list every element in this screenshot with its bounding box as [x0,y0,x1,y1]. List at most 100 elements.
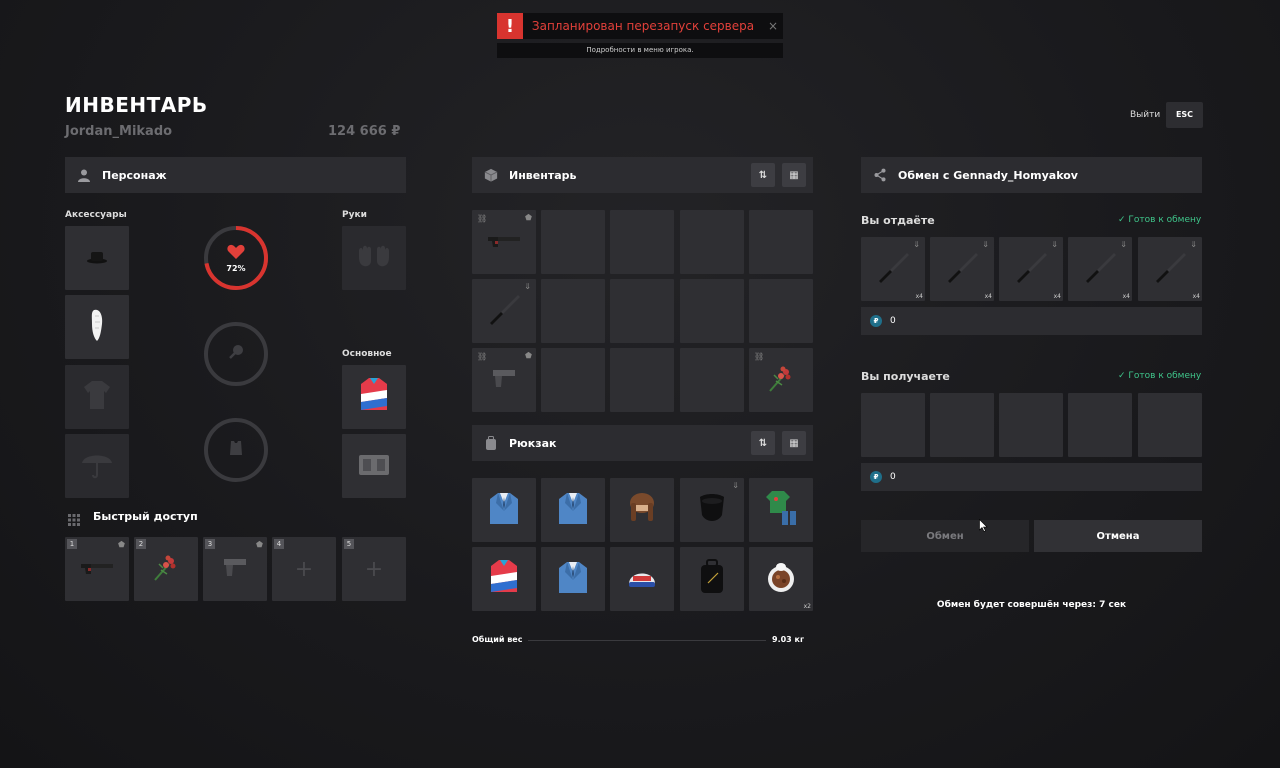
cap-icon [625,564,659,594]
main-slot-jacket[interactable] [342,365,406,429]
backpack-slot[interactable] [541,478,605,542]
backpack-panel-header: Рюкзак ⇅ ▦ [472,425,813,461]
inventory-slot[interactable]: ⛓ ⬟ [472,210,536,274]
inventory-slot[interactable] [749,210,813,274]
backpack-icon [484,436,498,450]
alert-icon: ! [497,13,523,39]
item-count: x4 [984,293,992,300]
accessory-slot-shirt[interactable] [65,365,129,429]
receive-item-slot[interactable] [930,393,994,457]
trade-timer: Обмен будет совершён через: 7 сек [936,600,1127,610]
give-item-slot[interactable]: ⇓ x4 [1068,237,1132,301]
hunger-ring [204,322,268,386]
receive-item-slot[interactable] [999,393,1063,457]
knife-icon [945,250,979,288]
stack-button[interactable]: ▦ [782,163,806,187]
receive-item-slot[interactable] [861,393,925,457]
backpack-sort-button[interactable]: ⇅ [751,431,775,455]
receive-item-slot[interactable] [1138,393,1202,457]
link-icon: ⛓ [754,352,765,361]
backpack-slot[interactable] [472,547,536,611]
inventory-slot[interactable] [541,279,605,343]
pistol-silencer-icon [79,560,115,579]
pistol-icon [222,557,248,581]
hat-icon [86,249,108,268]
accessory-slot-umbrella[interactable] [65,434,129,498]
weight-value: 9.03 кг [772,635,805,644]
cancel-button[interactable]: Отмена [1034,520,1202,552]
inventory-slot[interactable] [680,348,744,412]
inventory-slot[interactable] [749,279,813,343]
knife-icon [487,292,521,330]
exchange-button[interactable]: Обмен [861,520,1029,552]
give-item-slot[interactable]: ⇓ x4 [930,237,994,301]
accessory-slot-glove[interactable] [65,295,129,359]
backpack-slot[interactable] [610,547,674,611]
check-icon: ✓ [1118,215,1126,225]
blue-suit-icon [557,560,589,598]
stack-down-icon: ⇓ [913,240,920,249]
receive-item-slot[interactable] [1068,393,1132,457]
inventory-slot[interactable]: ⛓ ⬟ [472,348,536,412]
cursor-icon [979,517,988,536]
slot-number: 3 [205,539,215,549]
backpack-slot[interactable] [472,478,536,542]
flower-bouquet-icon [766,363,796,397]
health-ring: 72% [204,226,268,290]
username: Jordan_Mikado [65,124,173,139]
shield-icon: ⬟ [525,213,532,222]
give-label: Вы отдаёте [861,214,935,227]
receive-money-field: ₽ 0 [861,463,1202,491]
backpack-slot[interactable] [680,547,744,611]
character-header-label: Персонаж [102,168,167,182]
quick-slot-1[interactable]: 1 ⬟ [65,537,129,601]
quick-slot-4[interactable]: 4 + [272,537,336,601]
backpack-slot[interactable] [610,478,674,542]
give-item-slot[interactable]: ⇓ x4 [999,237,1063,301]
plus-icon: + [294,556,314,582]
notification-title: Запланирован перезапуск сервера [531,19,755,33]
inventory-slot[interactable] [680,210,744,274]
quick-access-title: Быстрый доступ [93,510,198,523]
sort-button[interactable]: ⇅ [751,163,775,187]
give-item-slot[interactable]: ⇓ x4 [861,237,925,301]
give-item-slot[interactable]: ⇓ x4 [1138,237,1202,301]
backpack-slot[interactable] [541,547,605,611]
inventory-slot[interactable] [541,210,605,274]
item-count: x4 [1192,293,1200,300]
close-icon[interactable]: × [763,19,783,33]
inventory-slot[interactable]: ⇓ [472,279,536,343]
food-plate-icon [764,560,798,598]
backpack-slot[interactable]: x2 [749,547,813,611]
inventory-slot[interactable] [541,348,605,412]
inventory-slot[interactable] [610,279,674,343]
quick-slot-2[interactable]: 2 [134,537,198,601]
give-money-field[interactable]: ₽ 0 [861,307,1202,335]
grid-icon [68,511,80,530]
backpack-slot[interactable]: ⇓ [680,478,744,542]
shirt-icon [83,380,111,414]
give-money-value: 0 [890,316,896,326]
hands-slot[interactable] [342,226,406,290]
inventory-slot[interactable] [610,348,674,412]
trade-panel-header: Обмен с Gennady_Homyakov [861,157,1202,193]
weight-divider [528,640,766,641]
backpack-slot[interactable] [749,478,813,542]
ruble-icon: ₽ [870,471,882,483]
quick-slot-3[interactable]: 3 ⬟ [203,537,267,601]
character-panel-header: Персонаж [65,157,406,193]
quick-slot-5[interactable]: 5 + [342,537,406,601]
inventory-slot[interactable] [680,279,744,343]
exit-label[interactable]: Выйти [1130,110,1160,120]
give-ready-status: ✓ Готов к обмену [1118,215,1201,225]
backpack-stack-button[interactable]: ▦ [782,431,806,455]
stack-down-icon: ⇓ [524,282,531,291]
shield-icon: ⬟ [256,540,263,549]
ready-label: Готов к обмену [1128,371,1202,381]
inventory-slot[interactable] [610,210,674,274]
accessory-slot-hat[interactable] [65,226,129,290]
receive-ready-status: ✓ Готов к обмену [1118,371,1201,381]
esc-button[interactable]: ESC [1166,102,1203,128]
inventory-slot[interactable]: ⛓ [749,348,813,412]
main-slot-armor[interactable] [342,434,406,498]
